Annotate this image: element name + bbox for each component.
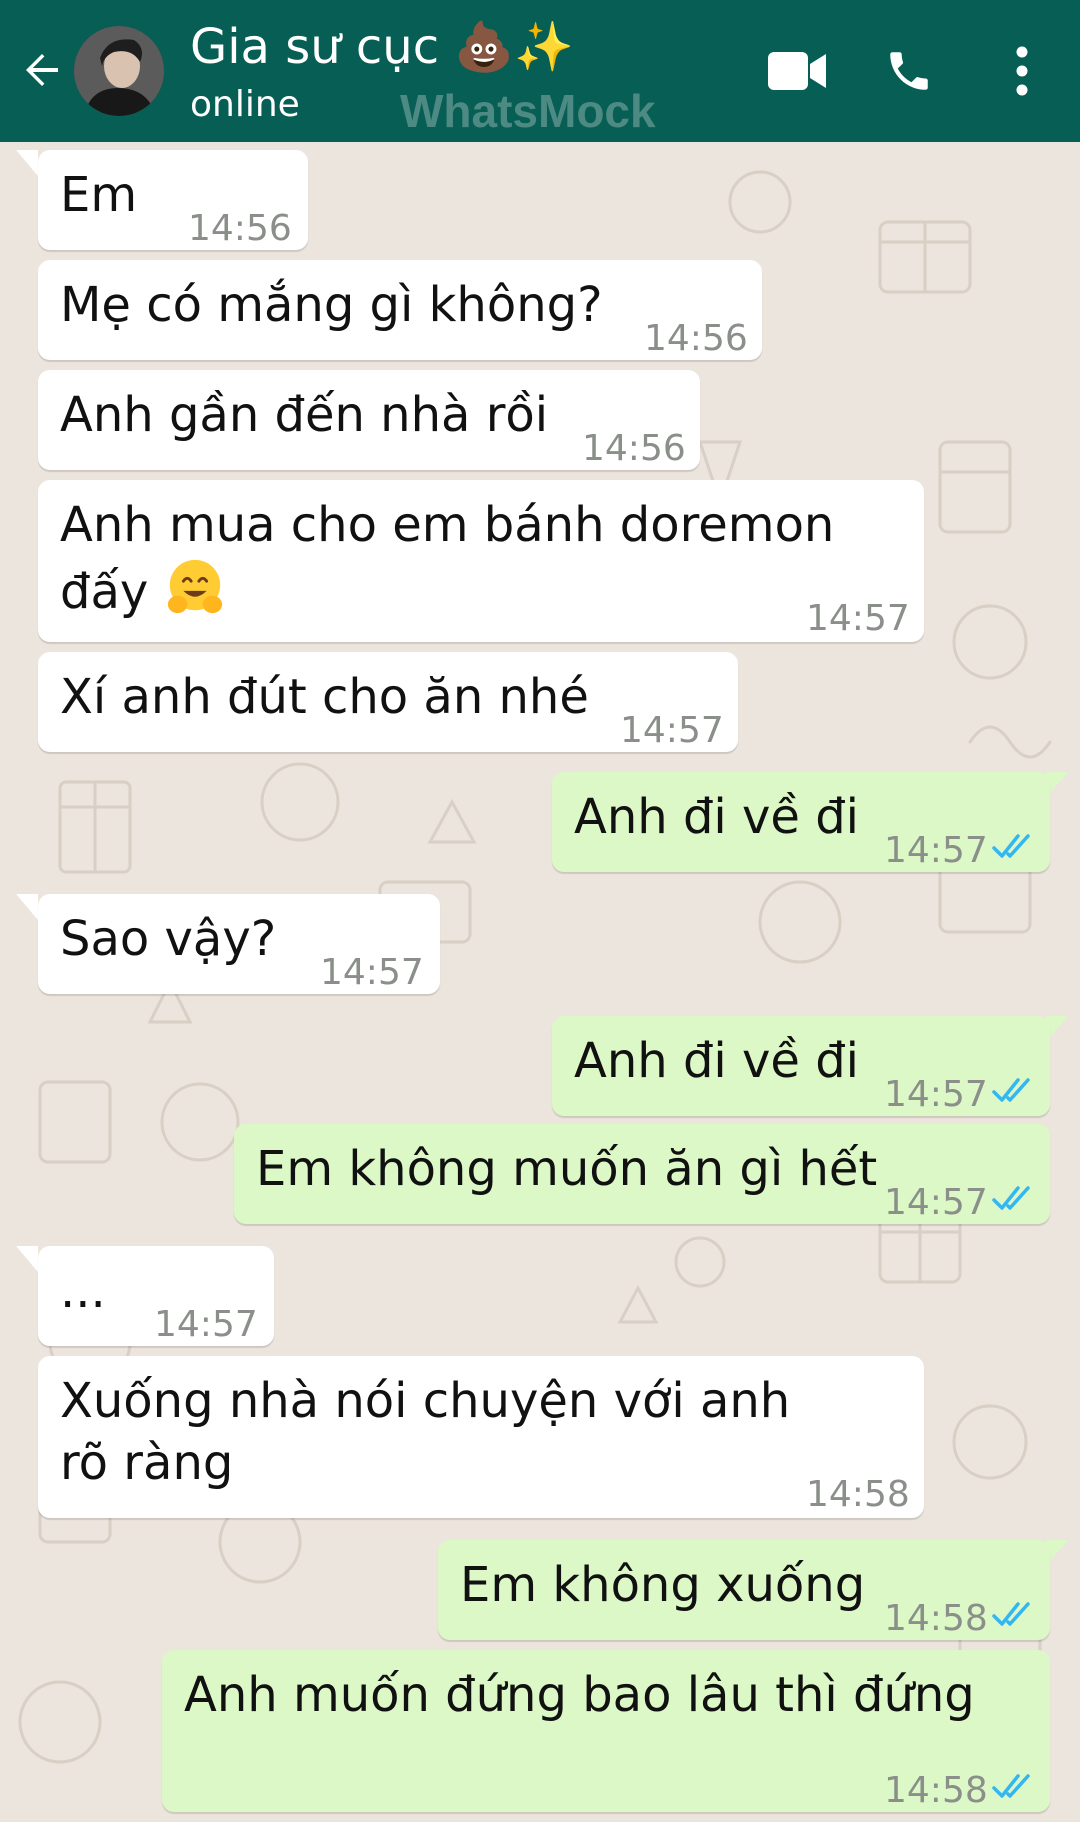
contact-status: online xyxy=(190,84,300,125)
message-bubble-incoming[interactable]: Xuống nhà nói chuyện với anh rõ ràng 14:… xyxy=(38,1356,924,1518)
message-text: ... xyxy=(60,1263,106,1319)
message-time: 14:56 xyxy=(582,428,686,469)
chat-header: Gia sư cục 💩✨ online WhatsMock xyxy=(0,0,1080,142)
message-text: Mẹ có mắng gì không? xyxy=(60,277,603,333)
message-time: 14:57 xyxy=(620,710,724,751)
message-time: 14:57 xyxy=(884,1074,988,1115)
message-time: 14:58 xyxy=(806,1474,910,1515)
message-text: Xuống nhà nói chuyện với anh rõ ràng xyxy=(60,1373,791,1491)
message-time: 14:56 xyxy=(188,208,292,249)
phone-icon[interactable] xyxy=(884,46,934,96)
avatar[interactable] xyxy=(74,26,164,116)
message-text: Anh gần đến nhà rồi xyxy=(60,387,549,443)
message-bubble-incoming[interactable]: Sao vậy? 14:57 xyxy=(38,894,440,994)
message-bubble-incoming[interactable]: Em 14:56 xyxy=(38,150,308,250)
message-time: 14:57 xyxy=(806,598,910,639)
message-bubble-outgoing[interactable]: Em không xuống 14:58 xyxy=(438,1540,1050,1640)
message-bubble-incoming[interactable]: Anh mua cho em bánh doremon đấy 14:57 xyxy=(38,480,924,642)
message-text: Sao vậy? xyxy=(60,911,277,967)
message-bubble-outgoing[interactable]: Anh đi về đi 14:57 xyxy=(552,772,1050,872)
arrow-left-icon[interactable] xyxy=(18,46,66,94)
message-time: 14:57 xyxy=(154,1304,258,1345)
more-vertical-icon[interactable] xyxy=(1010,44,1034,98)
message-text: Em xyxy=(60,167,138,223)
message-bubble-incoming[interactable]: ... 14:57 xyxy=(38,1246,274,1346)
double-check-icon xyxy=(992,1078,1030,1102)
message-text: Anh đi về đi xyxy=(574,1033,859,1089)
message-bubble-incoming[interactable]: Anh gần đến nhà rồi 14:56 xyxy=(38,370,700,470)
message-text: Em không xuống xyxy=(460,1557,866,1613)
message-bubble-incoming[interactable]: Mẹ có mắng gì không? 14:56 xyxy=(38,260,762,360)
message-text: Anh muốn đứng bao lâu thì đứng xyxy=(184,1667,975,1723)
hugging-face-emoji xyxy=(167,559,222,614)
message-text: Em không muốn ăn gì hết xyxy=(256,1141,878,1197)
video-camera-icon[interactable] xyxy=(766,48,828,94)
double-check-icon xyxy=(992,1602,1030,1626)
message-time: 14:57 xyxy=(884,830,988,871)
watermark: WhatsMock xyxy=(400,85,656,137)
double-check-icon xyxy=(992,1186,1030,1210)
message-time: 14:57 xyxy=(320,952,424,993)
message-time: 14:58 xyxy=(884,1770,988,1811)
message-time: 14:56 xyxy=(644,318,748,359)
contact-name[interactable]: Gia sư cục 💩✨ xyxy=(190,18,574,75)
message-bubble-outgoing[interactable]: Em không muốn ăn gì hết 14:57 xyxy=(234,1124,1050,1224)
chat-area[interactable]: Em 14:56 Mẹ có mắng gì không? 14:56 Anh … xyxy=(0,142,1080,1822)
message-time: 14:58 xyxy=(884,1598,988,1639)
message-bubble-outgoing[interactable]: Anh muốn đứng bao lâu thì đứng 14:58 xyxy=(162,1650,1050,1812)
message-bubble-incoming[interactable]: Xí anh đút cho ăn nhé 14:57 xyxy=(38,652,738,752)
message-text: Anh đi về đi xyxy=(574,789,859,845)
message-bubble-outgoing[interactable]: Anh đi về đi 14:57 xyxy=(552,1016,1050,1116)
message-text: Xí anh đút cho ăn nhé xyxy=(60,669,589,725)
double-check-icon xyxy=(992,834,1030,858)
double-check-icon xyxy=(992,1774,1030,1798)
message-time: 14:57 xyxy=(884,1182,988,1223)
